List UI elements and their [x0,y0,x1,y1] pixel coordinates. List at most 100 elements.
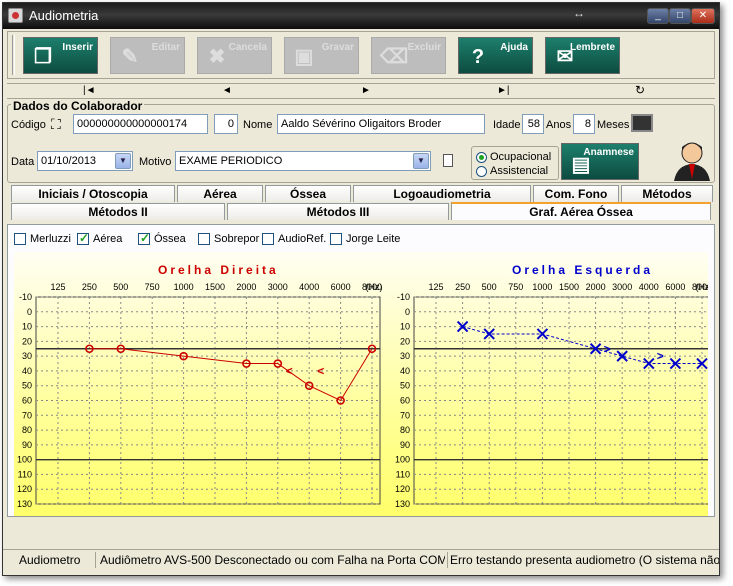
toolbar-button-label: Ajuda [500,42,528,53]
nav-prev-button[interactable]: ◄ [222,85,232,96]
y-tick-label: 60 [22,396,32,406]
tab-métodos[interactable]: Métodos [621,185,713,202]
seq-input[interactable]: 0 [214,114,238,134]
meses-input[interactable]: 8 [573,114,595,134]
group-title: Dados do Colaborador [11,99,145,113]
radio-ocupacional-label: Ocupacional [490,151,552,163]
y-tick-label: 120 [395,484,410,494]
codigo-input[interactable]: 000000000000000174 [73,114,208,134]
status-right: Erro testando presenta audiometro (O sis… [450,553,719,567]
ajuda-button[interactable]: ? Ajuda [458,37,533,74]
toolbar: ❐ Inserir ✎ Editar ✖ Cancela ▣ Gravar ⌫ Excluir ? A… [7,31,715,79]
x-tick-label: 4000 [299,282,319,292]
meses-label: Meses [597,119,630,131]
y-tick-label: 70 [22,410,32,420]
x-tick-label: 250 [455,282,470,292]
tab-óssea[interactable]: Óssea [265,185,351,202]
chevron-down-icon[interactable]: ▼ [413,153,429,169]
x-tick-label: 1000 [174,282,194,292]
bone-mark: < [286,364,293,378]
binoculars-icon[interactable]: ⛶ [51,116,61,133]
chevron-down-icon[interactable]: ▼ [115,153,131,169]
window-title: Audiometria [29,8,99,23]
y-tick-label: 110 [18,469,32,479]
y-tick-label: 100 [17,455,32,465]
motivo-label: Motivo [139,156,172,168]
y-tick-label: 110 [396,469,410,479]
editar-button[interactable]: ✎ Editar [110,37,185,74]
edit-icon: ✎ [121,46,139,68]
nav-first-button[interactable]: |◄ [83,85,96,96]
idade-input[interactable]: 58 [522,114,544,134]
app-icon [8,8,23,23]
y-tick-label: 130 [395,499,410,509]
radio-ocupacional[interactable]: Ocupacional [476,151,561,164]
toolbar-button-label: Excluir [407,42,441,53]
nome-label: Nome [243,119,273,131]
checkbox-box [14,233,26,245]
inserir-button[interactable]: ❐ Inserir [23,37,98,74]
bone-mark: > [604,342,611,356]
x-tick-label: 1000 [532,282,552,292]
lembrete-button[interactable]: ✉ Lembrete [545,37,620,74]
y-tick-label: 70 [400,410,410,420]
cancela-button[interactable]: ✖ Cancela [197,37,272,74]
checkbox-box [77,231,89,245]
x-unit-label: (Hz) [696,282,709,292]
docs-icon: ❐ [34,46,52,68]
nav-last-button[interactable]: ►| [497,85,510,96]
tab-métodos-iii[interactable]: Métodos III [227,203,449,220]
checkbox-label: AudioRef. [278,233,327,245]
tab-métodos-ii[interactable]: Métodos II [11,203,225,220]
y-tick-label: 40 [22,366,32,376]
checkbox-label: Sobrepor [214,233,260,245]
data-label: Data [11,156,35,168]
data-input[interactable]: 01/10/2013 ▼ [37,151,133,171]
chart-area: Orelha Direita 125 250 500 750 1000 1500 2000 30… [14,252,713,516]
checkbox-label: Óssea [154,233,186,245]
series-line [462,326,702,365]
close-button[interactable]: ✕ [691,8,715,24]
y-tick-label: 50 [22,381,32,391]
anamnese-button[interactable]: Anamnese ▤ [561,143,639,180]
tab-com-fono[interactable]: Com. Fono [533,185,619,202]
tab-aérea[interactable]: Aérea [177,185,263,202]
maximize-button[interactable]: □ [669,8,691,24]
toolbar-button-label: Inserir [62,42,93,53]
radio-dot [476,166,487,177]
nav-next-button[interactable]: ► [361,85,371,96]
codigo-label: Código [11,119,46,131]
status-separator [447,552,448,568]
checkbox-box [330,233,342,245]
x-tick-label: 250 [82,282,97,292]
x-tick-label: 125 [50,282,65,292]
idade-label: Idade [493,119,521,131]
radio-assistencial-label: Assistencial [490,165,549,177]
toolbar-grip[interactable] [12,35,15,75]
calculator-icon[interactable] [631,114,653,132]
y-tick-label: 30 [400,351,410,361]
tab-iniciais-otoscopia[interactable]: Iniciais / Otoscopia [11,185,175,202]
checkbox-box [198,233,210,245]
gravar-button[interactable]: ▣ Gravar [284,37,359,74]
y-tick-label: 0 [405,307,410,317]
document-icon[interactable] [443,154,453,167]
nome-input[interactable]: Aaldo Sévérino Oligaitors Broder [277,114,485,134]
excluir-button[interactable]: ⌫ Excluir [371,37,446,74]
x-tick-label: 6000 [665,282,685,292]
title-bar[interactable]: Audiometria ↔ _ □ ✕ [3,3,719,29]
data-value: 01/10/2013 [41,155,97,167]
refresh-icon[interactable]: ↻ [635,83,645,97]
y-tick-label: 90 [400,440,410,450]
motivo-value: EXAME PERIODICO [179,155,283,167]
x-tick-label: 750 [508,282,523,292]
tab-logoaudiometria[interactable]: Logoaudiometria [353,185,531,202]
y-tick-label: 80 [400,425,410,435]
motivo-select[interactable]: EXAME PERIODICO ▼ [175,151,431,171]
minimize-button[interactable]: _ [647,8,669,24]
x-tick-label: 4000 [639,282,659,292]
x-unit-label: (Hz) [366,282,383,292]
x-tick-label: 1500 [205,282,225,292]
radio-assistencial[interactable]: Assistencial [476,165,561,178]
tab-graf-aérea-óssea[interactable]: Graf. Aérea Óssea [451,202,711,220]
